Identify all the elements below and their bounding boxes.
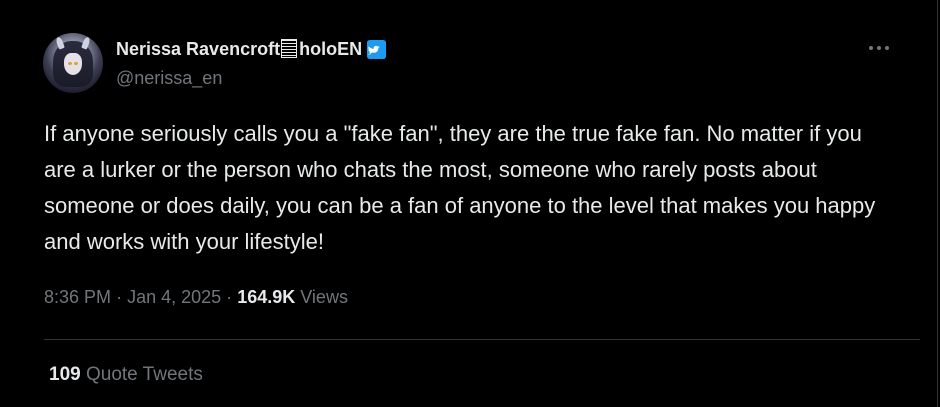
tweet-date[interactable]: Jan 4, 2025 [127, 287, 221, 307]
author-name-row: Nerissa Ravencroft holoEN [116, 37, 387, 61]
views-count: 164.9K [237, 287, 296, 307]
meta-separator: · [116, 287, 123, 307]
more-options-icon[interactable] [866, 38, 892, 58]
quote-tweets-link[interactable]: 109 Quote Tweets [49, 364, 203, 386]
name-glyph-icon [281, 38, 298, 58]
tweet-text: If anyone seriously calls you a "fake fa… [44, 121, 876, 254]
quote-count: 109 [49, 364, 81, 385]
tweet-time[interactable]: 8:36 PM [44, 287, 111, 307]
author-handle[interactable]: @nerissa_en [116, 68, 222, 89]
tweet-container: Nerissa Ravencroft holoEN @nerissa_en If … [0, 0, 938, 407]
avatar[interactable] [43, 33, 103, 93]
views-label: Views [300, 287, 348, 307]
verified-badge-icon [367, 39, 387, 59]
divider [44, 339, 920, 340]
author-display-name[interactable]: Nerissa Ravencroft holoEN [116, 38, 362, 60]
meta-separator: · [226, 287, 233, 307]
quote-label: Quote Tweets [85, 364, 203, 385]
tweet-meta: 8:36 PM · Jan 4, 2025 · 164.9K Views [44, 287, 348, 308]
